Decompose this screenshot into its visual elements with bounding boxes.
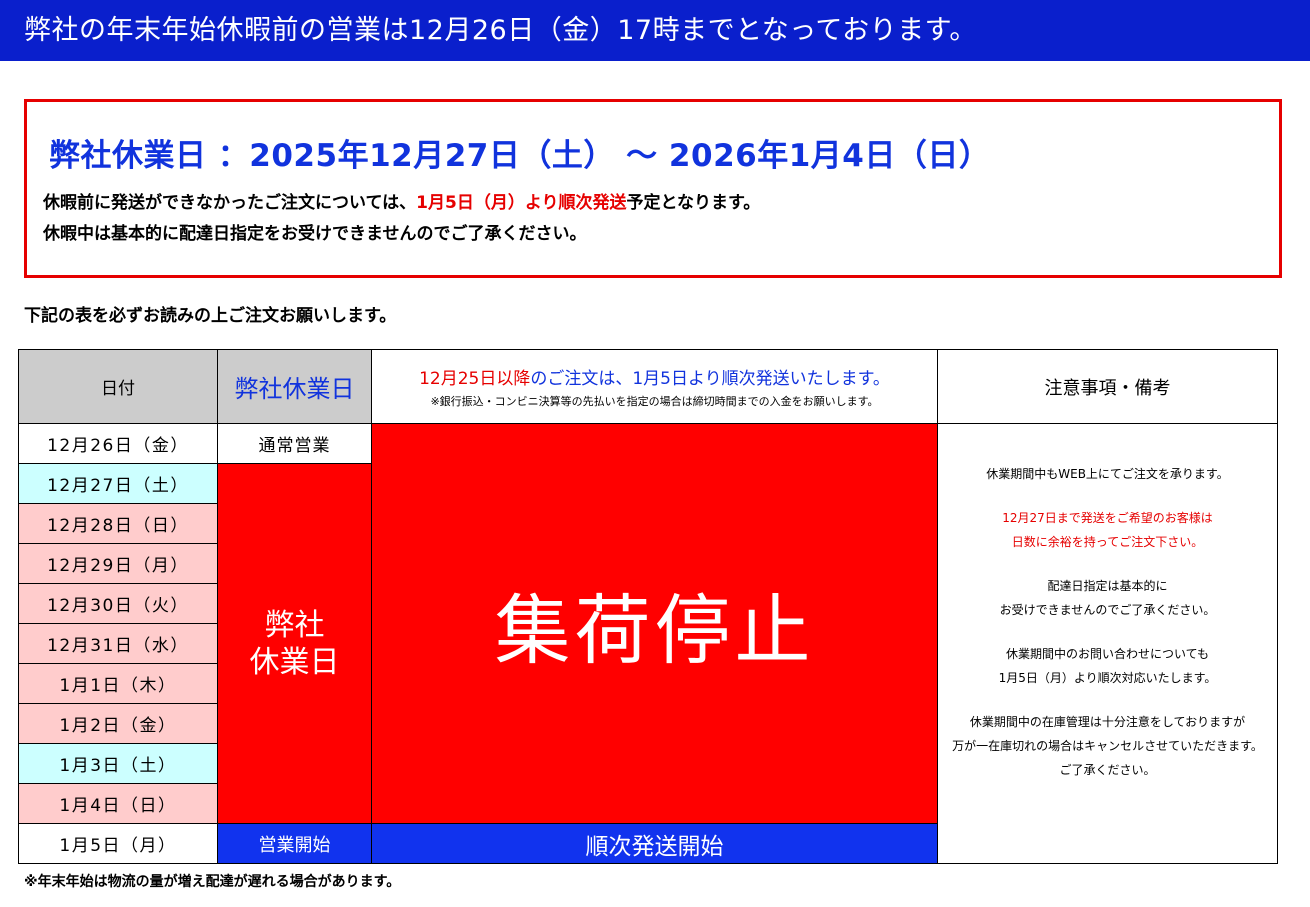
- order-cutoff-message: 12月25日以降のご注文は、1月5日より順次発送いたします。: [419, 364, 890, 389]
- note-line: お受けできませんのでご了承ください。: [999, 603, 1216, 617]
- note-line: ご了承ください。: [1059, 763, 1156, 777]
- shipping-resume-pre: 休暇前に発送ができなかったご注文については、: [43, 193, 417, 213]
- delivery-date-note: 休暇中は基本的に配達日指定をお受けできませんのでご了承ください。: [43, 224, 587, 244]
- shipping-resume-post: 予定となります。: [626, 193, 761, 213]
- holiday-announcement-banner: 弊社の年末年始休暇前の営業は12月26日（金）17時までとなっております。: [0, 0, 1310, 61]
- note-line: 配達日指定は基本的に: [1047, 579, 1168, 593]
- business-resume-cell: 営業開始: [217, 823, 372, 864]
- normal-business-cell: 通常営業: [217, 423, 372, 464]
- date-cell: 12月28日（日）: [18, 503, 218, 544]
- date-cell: 1月5日（月）: [18, 823, 218, 864]
- footer-note: ※年末年始は物流の量が増え配達が遅れる場合があります。: [24, 874, 401, 890]
- holiday-block: 弊社 休業日: [217, 463, 372, 824]
- shipping-resume-date: 1月5日（月）より順次発送: [416, 193, 627, 213]
- note-line: 日数に余裕を持ってご注文下さい。: [1011, 535, 1204, 549]
- holiday-label-line1: 弊社: [264, 607, 325, 643]
- order-cutoff-text: のご注文は、1月5日より順次発送いたします。: [530, 369, 890, 389]
- date-cell: 12月26日（金）: [18, 423, 218, 464]
- note-line: 休業期間中の在庫管理は十分注意をしておりますが: [969, 715, 1246, 729]
- holiday-notice-box: 弊社休業日 ：2025年12月27日（土） ～ 2026年1月4日（日） 休暇前…: [24, 99, 1282, 278]
- note-line: 1月5日（月）より順次対応いたします。: [998, 671, 1217, 685]
- note-line: 12月27日まで発送をご希望のお客様は: [1002, 511, 1213, 525]
- date-cell: 1月3日（土）: [18, 743, 218, 784]
- date-cell: 1月4日（日）: [18, 783, 218, 824]
- order-cutoff-date: 12月25日以降: [419, 369, 531, 389]
- header-order-message: 12月25日以降のご注文は、1月5日より順次発送いたします。 ※銀行振込・コンビ…: [371, 349, 938, 424]
- holiday-label-line2: 休業日: [249, 644, 340, 680]
- date-cell: 1月2日（金）: [18, 703, 218, 744]
- table-intro-text: 下記の表を必ずお読みの上ご注文お願いします。: [24, 306, 397, 326]
- date-cell: 12月30日（火）: [18, 583, 218, 624]
- prepayment-note: ※銀行振込・コンビニ決算等の先払いを指定の場合は締切時間までの入金をお願いします…: [430, 395, 879, 408]
- header-date: 日付: [18, 349, 218, 424]
- header-holiday: 弊社休業日: [217, 349, 372, 424]
- pickup-stopped-block: 集荷停止: [371, 423, 938, 824]
- date-cell: 12月27日（土）: [18, 463, 218, 504]
- shipping-resume-note: 休暇前に発送ができなかったご注文については、1月5日（月）より順次発送予定となり…: [43, 188, 760, 213]
- holiday-period-title: 弊社休業日 ：2025年12月27日（土） ～ 2026年1月4日（日）: [49, 138, 991, 174]
- note-line: 休業期間中もWEB上にてご注文を承ります。: [986, 467, 1229, 481]
- notes-cell: 休業期間中もWEB上にてご注文を承ります。 12月27日まで発送をご希望のお客様…: [937, 423, 1278, 864]
- note-line: 休業期間中のお問い合わせについても: [1005, 647, 1210, 661]
- date-cell: 12月29日（月）: [18, 543, 218, 584]
- shipping-resume-cell: 順次発送開始: [371, 823, 938, 864]
- header-notes: 注意事項・備考: [937, 349, 1278, 424]
- date-cell: 1月1日（木）: [18, 663, 218, 704]
- date-cell: 12月31日（水）: [18, 623, 218, 664]
- note-line: 万が一在庫切れの場合はキャンセルさせていただきます。: [952, 739, 1263, 753]
